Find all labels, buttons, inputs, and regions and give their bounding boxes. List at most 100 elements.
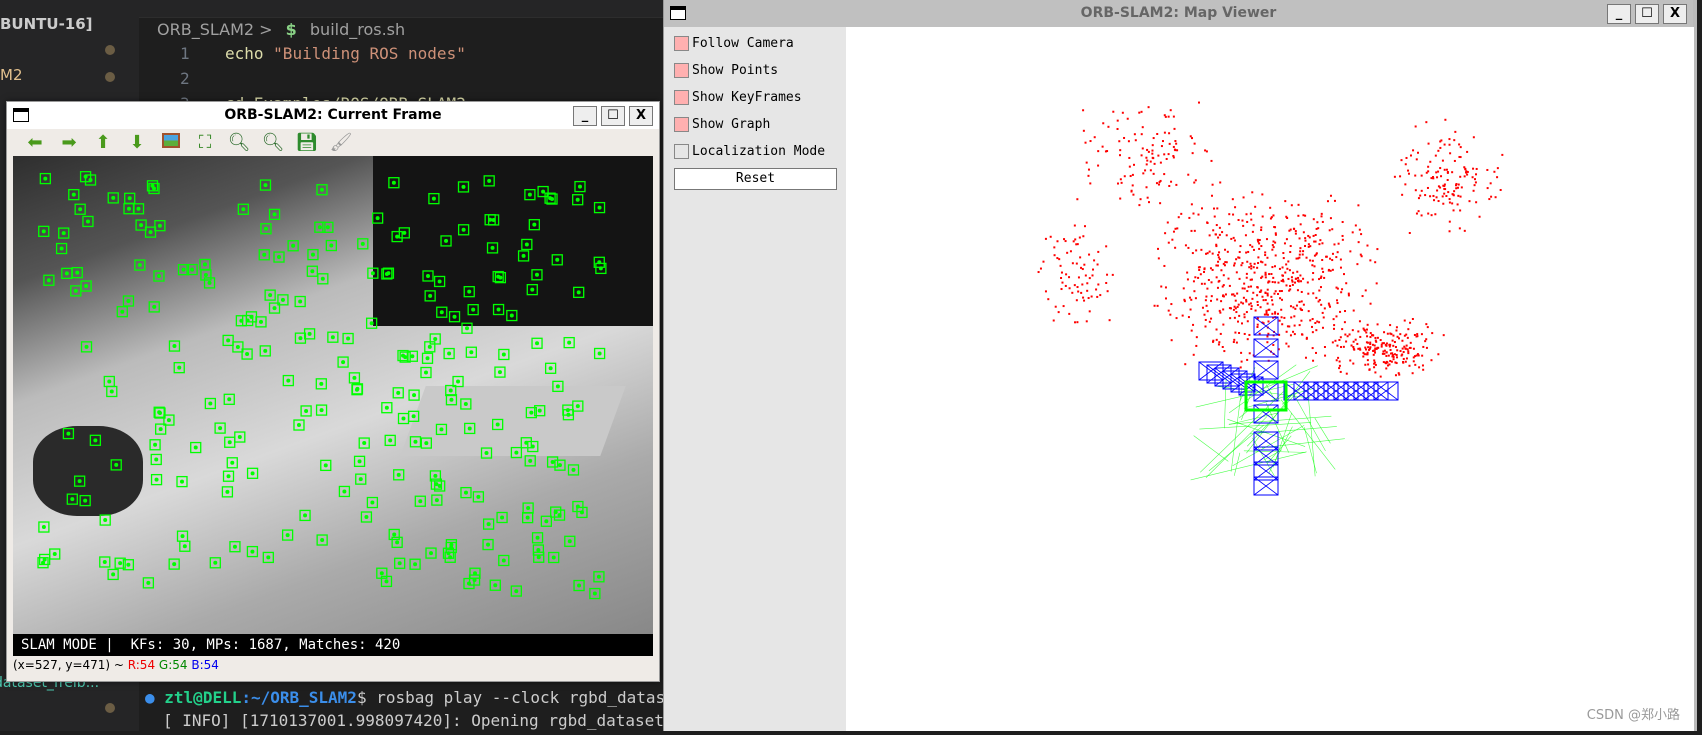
map-point [1152, 137, 1155, 140]
map-point [1459, 195, 1462, 198]
map-point [1425, 171, 1428, 174]
map-point [1042, 260, 1045, 263]
sidebar-item[interactable]: BUNTU-16] [0, 15, 93, 33]
code-line[interactable]: echo "Building ROS nodes" [225, 44, 466, 63]
map-point [1346, 335, 1349, 338]
map-point [1313, 240, 1316, 243]
map-point [1430, 214, 1433, 217]
zoom-fit-icon[interactable]: ⛶ [193, 132, 217, 154]
keypoint-dot [208, 401, 213, 406]
map-point [1387, 354, 1390, 357]
checkbox-box[interactable] [674, 36, 689, 51]
checkbox-box[interactable] [674, 117, 689, 132]
map-3d-canvas[interactable]: CSDN @郑小路 [846, 27, 1694, 731]
keypoint-dot [41, 525, 46, 530]
reset-button[interactable]: Reset [674, 168, 837, 190]
map-point [1049, 235, 1052, 238]
keypoint-dot [280, 297, 285, 302]
keypoint-dot [346, 336, 351, 341]
map-point [1277, 292, 1280, 295]
title-bar[interactable]: ORB-SLAM2: Current Frame _ ☐ X [7, 102, 659, 129]
camera-frame-image[interactable] [13, 156, 653, 634]
map-point [1304, 244, 1307, 247]
minimize-button[interactable]: _ [573, 106, 597, 126]
map-point [1273, 265, 1276, 268]
map-point [1402, 350, 1405, 353]
map-point [1352, 362, 1355, 365]
keypoint-dot [291, 243, 296, 248]
breadcrumb-file[interactable]: build_ros.sh [310, 20, 405, 39]
keypoint-dot [70, 497, 75, 502]
map-point [1191, 252, 1194, 255]
map-point [1443, 192, 1446, 195]
window-icon[interactable] [670, 6, 686, 20]
show-keyframes-checkbox[interactable]: Show KeyFrames [674, 90, 802, 105]
map-point [1163, 131, 1166, 134]
map-point [1288, 229, 1291, 232]
map-point [1290, 276, 1293, 279]
map-point [1271, 248, 1274, 251]
maximize-button[interactable]: ☐ [1635, 4, 1659, 24]
map-point [1274, 226, 1277, 229]
map-point [1146, 159, 1149, 162]
map-point [1204, 299, 1207, 302]
map-point [1315, 329, 1318, 332]
localization-mode-checkbox[interactable]: Localization Mode [674, 144, 825, 159]
map-point [1407, 352, 1410, 355]
follow-camera-checkbox[interactable]: Follow Camera [674, 36, 794, 51]
show-graph-checkbox[interactable]: Show Graph [674, 117, 770, 132]
map-point [1082, 109, 1085, 112]
close-button[interactable]: X [1663, 4, 1687, 24]
checkbox-box[interactable] [674, 144, 689, 159]
arrow-right-icon[interactable]: ➡ [57, 132, 81, 154]
keypoint-dot [391, 180, 396, 185]
map-point [1095, 288, 1098, 291]
map-point [1344, 333, 1347, 336]
map-point [1336, 251, 1339, 254]
map-point [1426, 326, 1429, 329]
minimize-button[interactable]: _ [1607, 4, 1631, 24]
map-point [1310, 325, 1313, 328]
arrow-up-icon[interactable]: ⬆ [91, 132, 115, 154]
map-point [1256, 326, 1259, 329]
map-point [1312, 218, 1315, 221]
map-point [1385, 367, 1388, 370]
title-bar[interactable]: ORB-SLAM2: Map Viewer _ ☐ X [664, 0, 1693, 27]
sidebar-item[interactable]: M2 [0, 66, 23, 84]
map-point [1213, 215, 1216, 218]
close-button[interactable]: X [629, 106, 653, 126]
map-point [1385, 344, 1388, 347]
show-points-checkbox[interactable]: Show Points [674, 63, 778, 78]
checkbox-label: Show Points [692, 63, 779, 78]
map-point [1273, 292, 1276, 295]
map-point [1364, 346, 1367, 349]
arrow-down-icon[interactable]: ⬇ [125, 132, 149, 154]
maximize-button[interactable]: ☐ [601, 106, 625, 126]
map-point [1455, 183, 1458, 186]
arrow-left-icon[interactable]: ⬅ [23, 132, 47, 154]
checkbox-box[interactable] [674, 63, 689, 78]
map-point [1474, 181, 1477, 184]
brush-icon[interactable]: 🖌︎ [329, 132, 353, 154]
keypoint-dot [111, 195, 116, 200]
map-point [1128, 156, 1131, 159]
map-point [1321, 267, 1324, 270]
image-icon[interactable] [159, 132, 183, 154]
map-point [1448, 230, 1451, 233]
map-point [1068, 276, 1071, 279]
keypoint-dot [384, 579, 389, 584]
zoom-out-icon[interactable]: 🔍︎ [261, 132, 285, 154]
keypoint-dot [396, 472, 401, 477]
checkbox-box[interactable] [674, 90, 689, 105]
zoom-in-icon[interactable]: 🔍︎ [227, 132, 251, 154]
breadcrumb-folder[interactable]: ORB_SLAM2 [157, 20, 254, 39]
map-point [1270, 216, 1273, 219]
save-icon[interactable]: 💾︎ [295, 132, 319, 154]
map-point [1172, 230, 1175, 233]
window-icon[interactable] [13, 108, 29, 122]
map-point [1443, 168, 1446, 171]
map-point [1401, 339, 1404, 342]
map-point [1389, 359, 1392, 362]
map-point [1228, 307, 1231, 310]
keypoint-dot [496, 307, 501, 312]
